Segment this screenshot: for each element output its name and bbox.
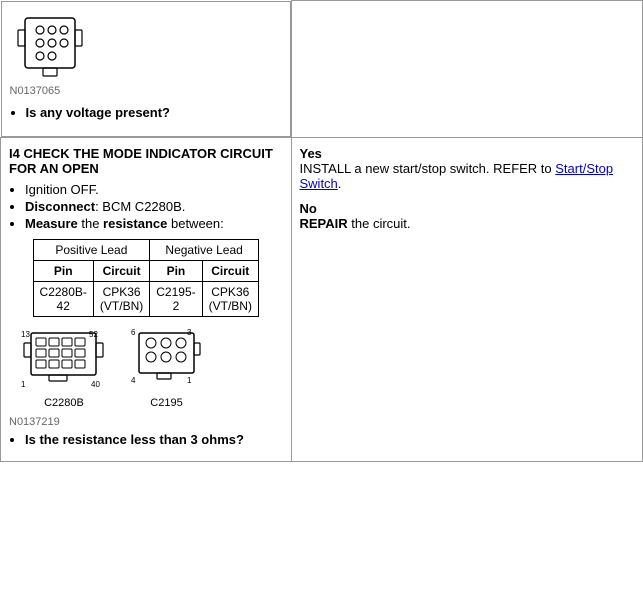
cell-circuit1: CPK36(VT/BN) [93,281,149,316]
svg-text:1: 1 [21,380,26,389]
connector-diagrams: 13 52 [9,325,283,409]
col-circuit2: Circuit [202,260,258,281]
top-connector-image [10,10,90,85]
svg-text:4: 4 [131,376,136,385]
i4-title: I4 CHECK THE MODE INDICATOR CIRCUIT FOR … [9,146,283,176]
step-disconnect: Disconnect: BCM C2280B. [25,199,283,214]
no-block: No REPAIR the circuit. [300,201,635,231]
top-fig-number: N0137065 [10,85,61,97]
top-question: Is any voltage present? [26,105,171,120]
i4-fig-number: N0137219 [9,416,60,428]
yes-label: Yes [300,146,635,161]
yes-block: Yes INSTALL a new start/stop switch. REF… [300,146,635,191]
cell-pin1: C2280B-42 [33,281,93,316]
col-circuit1: Circuit [93,260,149,281]
c2280b-connector-svg: 13 52 [19,325,109,395]
svg-text:40: 40 [91,380,100,389]
positive-lead-header: Positive Lead [33,239,150,260]
svg-text:13: 13 [21,330,30,339]
c2195-block: 6 3 4 1 [129,325,204,409]
top-left-cell: N0137065 Is any voltage present? [1,1,291,137]
svg-text:6: 6 [131,328,136,337]
table-row: C2280B-42 CPK36(VT/BN) C2195-2 CPK36(VT/… [33,281,258,316]
top-right-cell [291,1,643,138]
main-table: N0137065 Is any voltage present? I4 CHEC… [0,0,643,462]
yes-text: INSTALL a new start/stop switch. REFER t… [300,161,635,191]
col-pin2: Pin [150,260,202,281]
step-ignition: Ignition OFF. [25,182,283,197]
c2280b-block: 13 52 [19,325,109,409]
cell-circuit2: CPK36(VT/BN) [202,281,258,316]
c2280b-label: C2280B [44,397,84,409]
no-label: No [300,201,635,216]
col-pin1: Pin [33,260,93,281]
step-measure: Measure the resistance between: [25,216,283,231]
i4-right-cell: Yes INSTALL a new start/stop switch. REF… [291,137,643,461]
c2195-connector-svg: 6 3 4 1 [129,325,204,395]
cell-pin2: C2195-2 [150,281,202,316]
no-text: REPAIR the circuit. [300,216,635,231]
svg-text:1: 1 [187,376,192,385]
negative-lead-header: Negative Lead [150,239,259,260]
resistance-table: Positive Lead Negative Lead Pin Circuit … [33,239,259,317]
svg-text:52: 52 [89,330,98,339]
i4-question: Is the resistance less than 3 ohms? [25,432,283,447]
c2195-label: C2195 [150,397,182,409]
i4-left-cell: I4 CHECK THE MODE INDICATOR CIRCUIT FOR … [1,137,292,461]
i4-steps-list: Ignition OFF. Disconnect: BCM C2280B. Me… [25,182,283,231]
